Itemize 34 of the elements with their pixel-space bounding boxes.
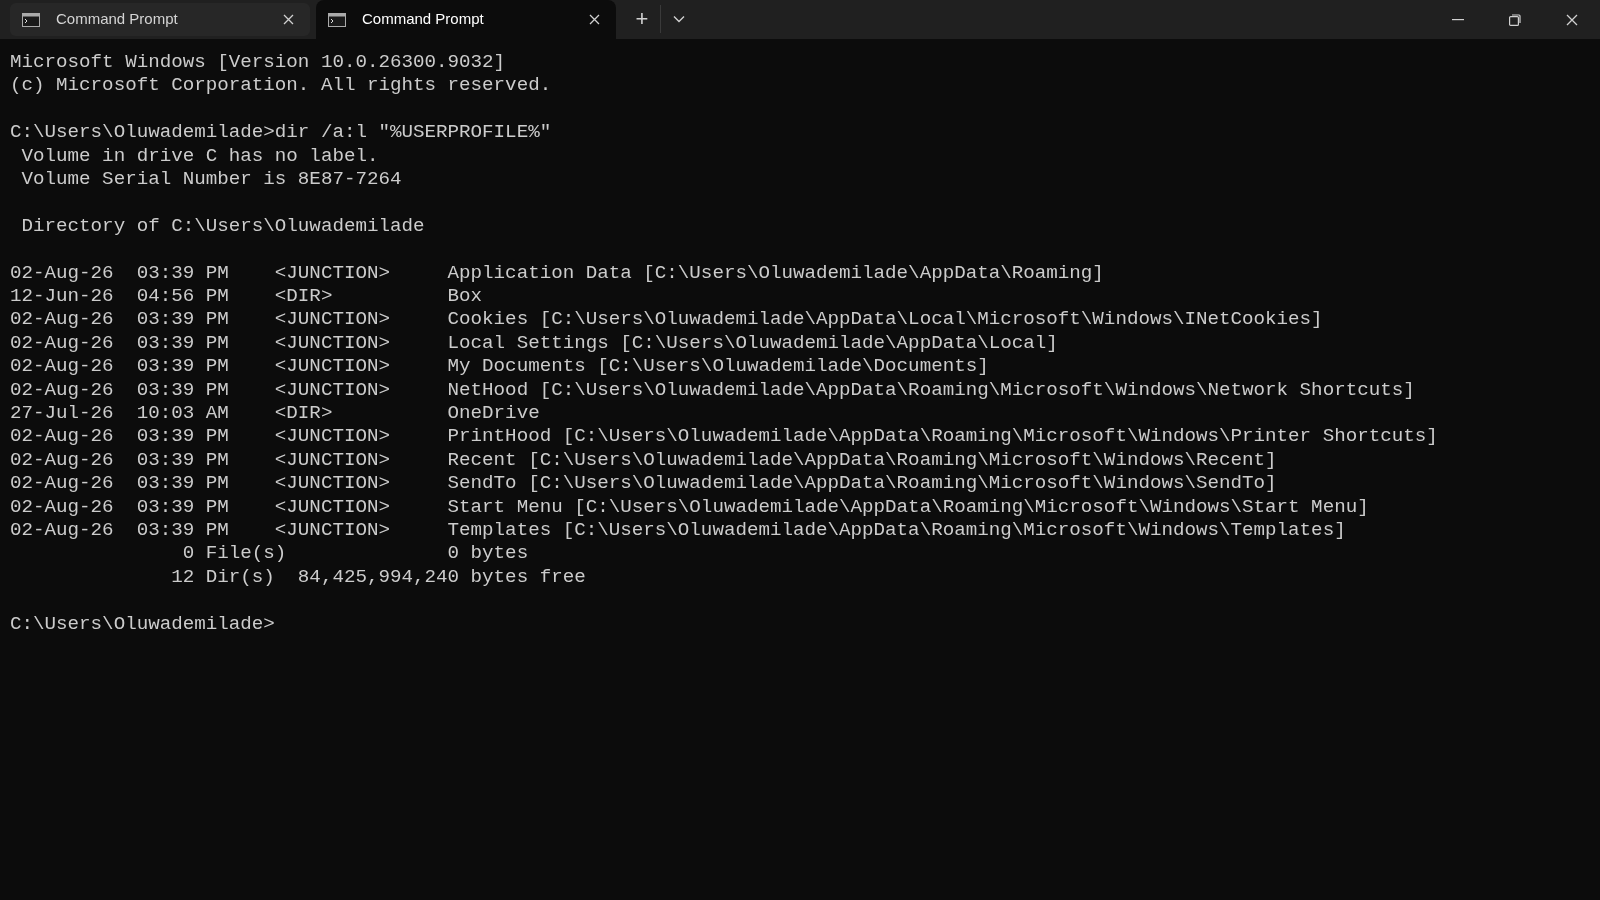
tab-title: Command Prompt <box>362 9 485 30</box>
console-line: 27-Jul-26 10:03 AM <DIR> OneDrive <box>10 402 540 426</box>
console-line: 02-Aug-26 03:39 PM <JUNCTION> PrintHood [C:\Users\Oluwademilade\AppData\Roaming\Microsoft\Windows\Printer Shortcuts] <box>10 425 1438 449</box>
console-line: 02-Aug-26 03:39 PM <JUNCTION> NetHood [C:\Users\Oluwademilade\AppData\Roaming\Microsoft\Windows\Network Shortcuts] <box>10 378 1415 403</box>
console-line: 12 Dir(s) 84,425,994,240 bytes free <box>170 565 586 590</box>
console-line: C:\Users\Oluwademilade>dir /a:l "%USERPROFILE%" <box>10 121 552 145</box>
new-tab-button[interactable]: + <box>624 5 660 33</box>
console-line: 02-Aug-26 03:39 PM <JUNCTION> Cookies [C:\Users\Oluwademilade\AppData\Local\Microsoft\Windows\INetCookies] <box>10 308 1323 332</box>
tab-title: Command Prompt <box>56 9 179 30</box>
console-line: 12-Jun-26 04:56 PM <DIR> Box <box>10 285 483 309</box>
console-line: 02-Aug-26 03:39 PM <JUNCTION> Recent [C:\Users\Oluwademilade\AppData\Roaming\Microsoft\Windows\Recent] <box>10 448 1277 473</box>
console-line: 02-Aug-26 03:39 PM <JUNCTION> Application Data [C:\Users\Oluwademilade\AppData\Roaming] <box>10 261 1104 285</box>
tab[interactable]: Command Prompt <box>316 0 616 39</box>
console-line: 02-Aug-26 03:39 PM <JUNCTION> Templates [C:\Users\Oluwademilade\AppData\Roaming\Microsoft\Windows\Templates] <box>10 519 1346 543</box>
minimize-icon <box>1451 18 1464 21</box>
console-line: Directory of C:\Users\Oluwademilade <box>20 214 425 239</box>
caret-icon <box>672 15 685 23</box>
console-line: 02-Aug-26 03:39 PM <JUNCTION> Local Settings [C:\Users\Oluwademilade\AppData\Local] <box>10 331 1058 356</box>
terminal-icon <box>22 12 40 27</box>
console-line: 02-Aug-26 03:39 PM <JUNCTION> My Documents [C:\Users\Oluwademilade\Documents] <box>10 355 989 379</box>
console-line: Volume in drive C has no label. <box>20 144 379 168</box>
console-line: C:\Users\Oluwademilade> <box>10 612 275 637</box>
tab[interactable]: Command Prompt <box>10 3 310 36</box>
console-line: 0 File(s) 0 bytes <box>181 542 529 566</box>
close-icon <box>282 14 294 25</box>
console-line: 02-Aug-26 03:39 PM <JUNCTION> SendTo [C:\Users\Oluwademilade\AppData\Roaming\Microsoft\Windows\SendTo] <box>10 472 1277 496</box>
restore-icon <box>1508 13 1521 26</box>
console-line: 02-Aug-26 03:39 PM <JUNCTION> Start Menu [C:\Users\Oluwademilade\AppData\Roaming\Microsoft\Windows\Start Menu] <box>10 495 1369 520</box>
console-line: (c) Microsoft Corporation. All rights reserved. <box>10 74 552 98</box>
close-icon <box>588 14 600 25</box>
console-line: Microsoft Windows [Version 10.0.26300.9032] <box>10 51 506 75</box>
console-line: Volume Serial Number is 8E87-7264 <box>20 168 402 192</box>
terminal-icon <box>328 12 346 27</box>
close-icon <box>1565 13 1578 26</box>
